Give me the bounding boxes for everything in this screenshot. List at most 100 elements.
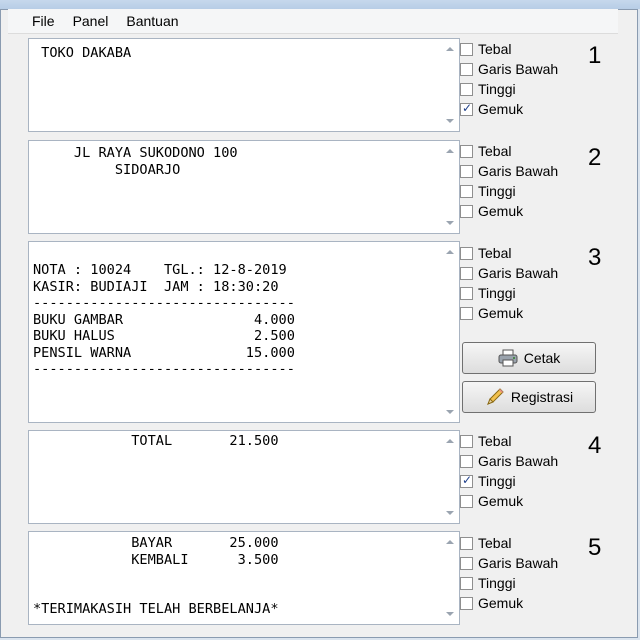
checkbox-box[interactable] xyxy=(460,164,473,178)
checkbox-box[interactable] xyxy=(460,556,473,570)
checkbox-label: Gemuk xyxy=(478,595,524,611)
scroll-up-arrow-icon[interactable] xyxy=(446,47,454,51)
checkbox-label: Garis Bawah xyxy=(478,163,559,179)
checkbox-box[interactable] xyxy=(460,144,473,158)
text-area-2-content: JL RAYA SUKODONO 100 SIDOARJO xyxy=(73,145,238,178)
text-area-1[interactable]: TOKO DAKABA xyxy=(28,38,460,132)
scroll-down-arrow-icon[interactable] xyxy=(446,119,454,123)
checkbox-box[interactable] xyxy=(460,434,473,448)
section-number-4: 4 xyxy=(588,432,602,459)
checkbox-box[interactable] xyxy=(460,454,473,468)
checkbox-garis-bawah-1[interactable]: Garis Bawah xyxy=(460,59,558,79)
scroll-up-arrow-icon[interactable] xyxy=(446,149,454,153)
checkbox-box-checked[interactable] xyxy=(460,101,473,116)
checkbox-label: Tebal xyxy=(478,433,512,449)
checkbox-box[interactable] xyxy=(460,306,473,320)
checkbox-label: Gemuk xyxy=(478,203,524,219)
checkbox-box-checked[interactable] xyxy=(460,473,473,488)
checkbox-box[interactable] xyxy=(460,536,473,550)
checkbox-box[interactable] xyxy=(460,286,473,300)
checkbox-garis-bawah-4[interactable]: Garis Bawah xyxy=(460,451,558,471)
checkbox-gemuk-5[interactable]: Gemuk xyxy=(460,593,523,613)
register-button-label: Registrasi xyxy=(510,389,574,405)
checkbox-label: Tinggi xyxy=(478,575,516,591)
print-button-label: Cetak xyxy=(523,350,561,366)
text-area-2-scrollbar[interactable] xyxy=(441,141,459,233)
section-number-3: 3 xyxy=(588,244,602,271)
text-area-3-scrollbar[interactable] xyxy=(441,242,459,422)
checkbox-gemuk-2[interactable]: Gemuk xyxy=(460,201,523,221)
checkbox-gemuk-1[interactable]: Gemuk xyxy=(460,99,523,119)
checkbox-label: Garis Bawah xyxy=(478,555,559,571)
text-area-4[interactable]: TOTAL 21.500 xyxy=(28,430,460,524)
checkbox-tebal-5[interactable]: Tebal xyxy=(460,533,511,553)
checkbox-box[interactable] xyxy=(460,494,473,508)
text-area-4-scrollbar[interactable] xyxy=(441,431,459,523)
checkbox-box[interactable] xyxy=(460,62,473,76)
checkbox-tinggi-2[interactable]: Tinggi xyxy=(460,181,516,201)
checkbox-box[interactable] xyxy=(460,204,473,218)
checkbox-box[interactable] xyxy=(460,184,473,198)
text-area-1-scrollbar[interactable] xyxy=(441,39,459,131)
main-panel: TOKO DAKABA Tebal Garis Bawah Tinggi Gem… xyxy=(8,34,618,630)
checkbox-gemuk-3[interactable]: Gemuk xyxy=(460,303,523,323)
menu-file[interactable]: File xyxy=(8,13,64,29)
section-number-1: 1 xyxy=(588,42,602,69)
checkbox-box[interactable] xyxy=(460,246,473,260)
checkbox-tinggi-3[interactable]: Tinggi xyxy=(460,283,516,303)
checkbox-garis-bawah-5[interactable]: Garis Bawah xyxy=(460,553,558,573)
section-number-2: 2 xyxy=(588,144,602,171)
text-area-1-content: TOKO DAKABA xyxy=(33,45,132,61)
checkbox-tinggi-5[interactable]: Tinggi xyxy=(460,573,516,593)
checkbox-tinggi-4[interactable]: Tinggi xyxy=(460,471,516,491)
register-button[interactable]: Registrasi xyxy=(462,381,596,413)
checkbox-label: Gemuk xyxy=(478,493,524,509)
checkbox-label: Tebal xyxy=(478,535,512,551)
checkbox-gemuk-4[interactable]: Gemuk xyxy=(460,491,523,511)
checkbox-label: Gemuk xyxy=(478,305,524,321)
scroll-up-arrow-icon[interactable] xyxy=(446,540,454,544)
text-area-3-content: NOTA : 10024 TGL.: 12-8-2019 KASIR: BUDI… xyxy=(33,262,295,377)
scroll-down-arrow-icon[interactable] xyxy=(446,511,454,515)
window-titlebar-strip xyxy=(0,0,640,9)
text-area-3[interactable]: NOTA : 10024 TGL.: 12-8-2019 KASIR: BUDI… xyxy=(28,241,460,423)
menu-bar: File Panel Bantuan xyxy=(8,9,618,34)
checkbox-label: Tebal xyxy=(478,41,512,57)
checkbox-box[interactable] xyxy=(460,266,473,280)
print-button[interactable]: Cetak xyxy=(462,342,596,374)
checkbox-label: Garis Bawah xyxy=(478,453,559,469)
checkbox-box[interactable] xyxy=(460,576,473,590)
checkbox-tebal-3[interactable]: Tebal xyxy=(460,243,511,263)
checkbox-box[interactable] xyxy=(460,42,473,56)
scroll-down-arrow-icon[interactable] xyxy=(446,612,454,616)
scroll-up-arrow-icon[interactable] xyxy=(446,439,454,443)
text-area-2[interactable]: JL RAYA SUKODONO 100 SIDOARJO xyxy=(28,140,460,234)
menu-panel[interactable]: Panel xyxy=(64,13,118,29)
checkbox-box[interactable] xyxy=(460,596,473,610)
pencil-icon xyxy=(485,388,505,406)
checkbox-label: Tebal xyxy=(478,143,512,159)
scroll-down-arrow-icon[interactable] xyxy=(446,410,454,414)
checkbox-tebal-4[interactable]: Tebal xyxy=(460,431,511,451)
printer-icon xyxy=(498,349,518,367)
checkbox-label: Tinggi xyxy=(478,81,516,97)
checkbox-box[interactable] xyxy=(460,82,473,96)
checkbox-tebal-1[interactable]: Tebal xyxy=(460,39,511,59)
checkbox-label: Gemuk xyxy=(478,101,524,117)
text-area-5[interactable]: BAYAR 25.000 KEMBALI 3.500 *TERIMAKASIH … xyxy=(28,531,460,625)
checkbox-label: Garis Bawah xyxy=(478,61,559,77)
checkbox-garis-bawah-3[interactable]: Garis Bawah xyxy=(460,263,558,283)
text-area-5-scrollbar[interactable] xyxy=(441,532,459,624)
checkbox-tebal-2[interactable]: Tebal xyxy=(460,141,511,161)
checkbox-tinggi-1[interactable]: Tinggi xyxy=(460,79,516,99)
scroll-down-arrow-icon[interactable] xyxy=(446,221,454,225)
checkbox-garis-bawah-2[interactable]: Garis Bawah xyxy=(460,161,558,181)
scroll-up-arrow-icon[interactable] xyxy=(446,250,454,254)
checkbox-label: Garis Bawah xyxy=(478,265,559,281)
menu-bantuan[interactable]: Bantuan xyxy=(117,13,187,29)
checkbox-label: Tinggi xyxy=(478,473,516,489)
checkbox-label: Tinggi xyxy=(478,183,516,199)
checkbox-label: Tinggi xyxy=(478,285,516,301)
text-area-5-content: BAYAR 25.000 KEMBALI 3.500 *TERIMAKASIH … xyxy=(33,535,279,617)
text-area-4-content: TOTAL 21.500 xyxy=(33,433,279,449)
